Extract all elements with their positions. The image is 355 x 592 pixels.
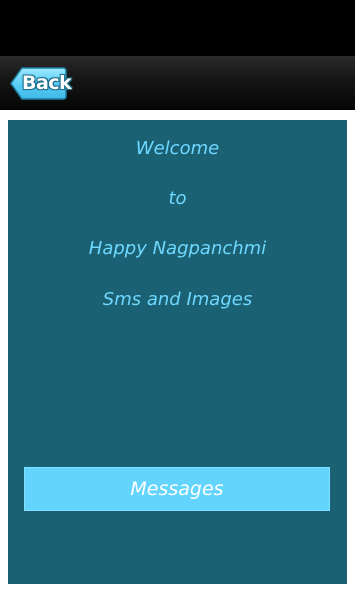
welcome-text: Welcome [135,138,220,159]
app-subtitle-text: Sms and Images [102,289,253,310]
app-title-text: Happy Nagpanchmi [88,238,267,259]
back-button[interactable]: Back [10,67,72,100]
messages-button[interactable]: Messages [24,467,330,511]
status-bar [0,0,355,56]
top-toolbar: Back [0,56,355,110]
back-button-label: Back [22,72,72,94]
content-panel: Welcome to Happy Nagpanchmi Sms and Imag… [8,120,347,584]
to-text: to [168,188,187,209]
